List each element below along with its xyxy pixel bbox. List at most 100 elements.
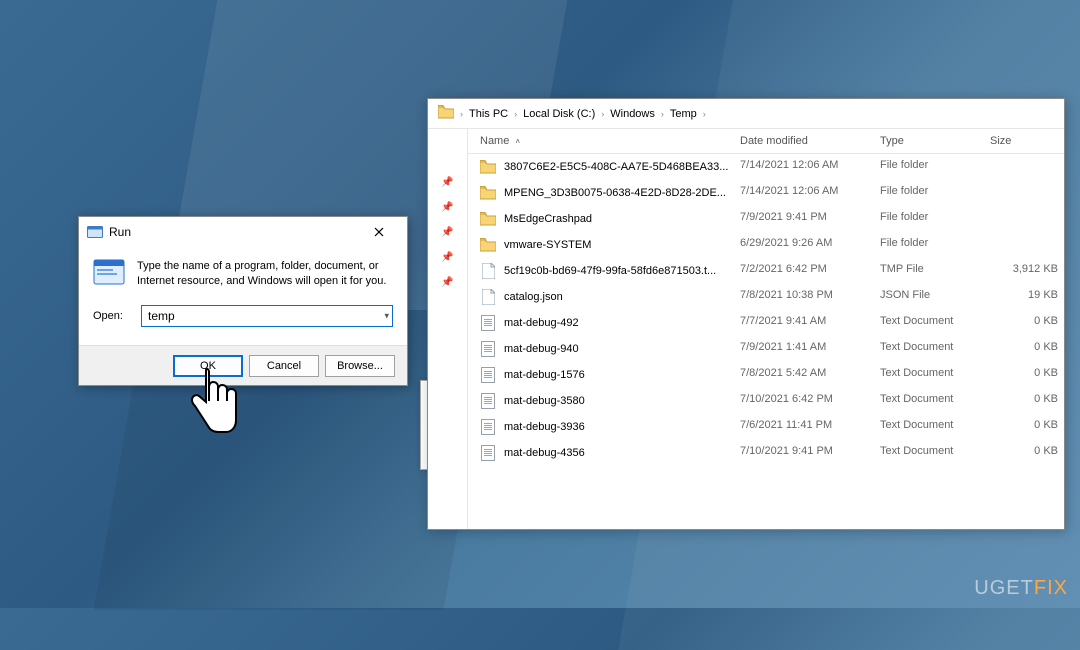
file-size	[990, 237, 1064, 253]
column-name[interactable]: Name˄	[480, 135, 740, 147]
column-size[interactable]: Size	[990, 135, 1064, 147]
breadcrumb-temp[interactable]: Temp	[670, 108, 697, 120]
file-row[interactable]: MsEdgeCrashpad7/9/2021 9:41 PMFile folde…	[468, 206, 1064, 232]
file-row[interactable]: vmware-SYSTEM 6/29/2021 9:26 AMFile folde…	[468, 232, 1064, 258]
run-instructions: Type the name of a program, folder, docu…	[137, 259, 393, 291]
file-name-text: 3807C6E2-E5C5-408C-AA7E-5D468BEA33...	[504, 161, 728, 173]
chevron-right-icon[interactable]: ›	[601, 109, 604, 119]
file-modified: 7/7/2021 9:41 AM	[740, 315, 880, 331]
file-name-text: MPENG_3D3B0075-0638-4E2D-8D28-2DE...	[504, 187, 726, 199]
file-row[interactable]: mat-debug-492 7/7/2021 9:41 AMText Docume…	[468, 310, 1064, 336]
file-type: Text Document	[880, 341, 990, 357]
text-document-icon	[480, 419, 496, 435]
breadcrumb-windows[interactable]: Windows	[610, 108, 655, 120]
text-document-icon	[480, 445, 496, 461]
sort-ascending-icon: ˄	[515, 137, 520, 146]
chevron-right-icon[interactable]: ›	[514, 109, 517, 119]
file-row[interactable]: mat-debug-39367/6/2021 11:41 PMText Docu…	[468, 414, 1064, 440]
chevron-right-icon[interactable]: ›	[703, 109, 706, 119]
pin-icon[interactable]: 📌	[441, 277, 453, 288]
file-modified: 7/9/2021 1:41 AM	[740, 341, 880, 357]
file-name-text: 5cf19c0b-bd69-47f9-99fa-58fd6e871503.t..…	[504, 265, 716, 277]
text-document-icon	[480, 393, 496, 409]
file-name-text: mat-debug-3936	[504, 421, 585, 433]
file-size	[990, 211, 1064, 227]
chevron-down-icon[interactable]: ▾	[384, 311, 389, 322]
run-dialog: Run Type the name of a program, folder, …	[78, 216, 408, 386]
run-input[interactable]	[141, 305, 393, 327]
file-row[interactable]: MPENG_3D3B0075-0638-4E2D-8D28-2DE... 7/14…	[468, 180, 1064, 206]
file-modified: 6/29/2021 9:26 AM	[740, 237, 880, 253]
run-body-icon	[93, 259, 125, 291]
cancel-button[interactable]: Cancel	[249, 355, 319, 377]
file-size: 0 KB	[990, 445, 1064, 461]
file-size: 3,912 KB	[990, 263, 1064, 279]
chevron-right-icon[interactable]: ›	[661, 109, 664, 119]
file-name-text: mat-debug-492	[504, 317, 579, 329]
cursor-hand-icon	[186, 368, 240, 447]
pin-icon[interactable]: 📌	[441, 227, 453, 238]
file-list-area: Name˄ Date modified Type Size 3807C6E2-E…	[468, 129, 1064, 529]
pin-icon[interactable]: 📌	[441, 177, 453, 188]
open-label: Open:	[93, 310, 133, 322]
file-size: 0 KB	[990, 419, 1064, 435]
folder-icon	[480, 185, 496, 201]
column-modified[interactable]: Date modified	[740, 135, 880, 147]
file-name-text: mat-debug-940	[504, 343, 579, 355]
file-size: 0 KB	[990, 315, 1064, 331]
file-size	[990, 159, 1064, 175]
chevron-right-icon[interactable]: ›	[460, 109, 463, 119]
file-modified: 7/9/2021 9:41 PM	[740, 211, 880, 227]
file-modified: 7/14/2021 12:06 AM	[740, 185, 880, 201]
file-row[interactable]: mat-debug-940 7/9/2021 1:41 AMText Docume…	[468, 336, 1064, 362]
column-type[interactable]: Type	[880, 135, 990, 147]
file-type: Text Document	[880, 393, 990, 409]
file-type: Text Document	[880, 315, 990, 331]
file-size: 19 KB	[990, 289, 1064, 305]
file-modified: 7/10/2021 6:42 PM	[740, 393, 880, 409]
run-titlebar[interactable]: Run	[79, 217, 407, 247]
file-type: File folder	[880, 211, 990, 227]
file-row[interactable]: catalog.json7/8/2021 10:38 PMJSON File19…	[468, 284, 1064, 310]
file-type: Text Document	[880, 367, 990, 383]
file-type: JSON File	[880, 289, 990, 305]
text-document-icon	[480, 315, 496, 331]
breadcrumb-local-disk[interactable]: Local Disk (C:)	[523, 108, 595, 120]
run-icon	[87, 224, 103, 240]
file-row[interactable]: 3807C6E2-E5C5-408C-AA7E-5D468BEA33...7/1…	[468, 154, 1064, 180]
folder-icon	[480, 159, 496, 175]
run-button-row: OK Cancel Browse...	[79, 345, 407, 385]
folder-icon	[480, 211, 496, 227]
text-document-icon	[480, 367, 496, 383]
file-row[interactable]: mat-debug-1576 7/8/2021 5:42 AMText Docum…	[468, 362, 1064, 388]
file-type: TMP File	[880, 263, 990, 279]
file-row[interactable]: mat-debug-43567/10/2021 9:41 PMText Docu…	[468, 440, 1064, 466]
file-name-text: mat-debug-1576	[504, 369, 585, 381]
text-document-icon	[480, 341, 496, 357]
file-name-text: mat-debug-3580	[504, 395, 585, 407]
breadcrumb-this-pc[interactable]: This PC	[469, 108, 508, 120]
browse-button[interactable]: Browse...	[325, 355, 395, 377]
file-name-text: vmware-SYSTEM	[504, 239, 591, 251]
run-title: Run	[109, 225, 359, 239]
file-type: Text Document	[880, 445, 990, 461]
pin-icon[interactable]: 📌	[441, 252, 453, 263]
run-body: Type the name of a program, folder, docu…	[79, 247, 407, 345]
file-type: File folder	[880, 159, 990, 175]
close-button[interactable]	[359, 217, 399, 247]
address-bar[interactable]: › This PC › Local Disk (C:) › Windows › …	[428, 99, 1064, 129]
file-name-text: mat-debug-4356	[504, 447, 585, 459]
pin-icon[interactable]: 📌	[441, 202, 453, 213]
folder-icon	[480, 237, 496, 253]
file-name-text: catalog.json	[504, 291, 563, 303]
watermark: UGETFIX	[974, 577, 1068, 600]
file-type: File folder	[880, 237, 990, 253]
file-row[interactable]: mat-debug-3580 7/10/2021 6:42 PMText Docu…	[468, 388, 1064, 414]
file-row[interactable]: 5cf19c0b-bd69-47f9-99fa-58fd6e871503.t..…	[468, 258, 1064, 284]
file-size: 0 KB	[990, 341, 1064, 357]
file-icon	[480, 289, 496, 305]
file-modified: 7/8/2021 5:42 AM	[740, 367, 880, 383]
file-size: 0 KB	[990, 367, 1064, 383]
file-size: 0 KB	[990, 393, 1064, 409]
file-size	[990, 185, 1064, 201]
